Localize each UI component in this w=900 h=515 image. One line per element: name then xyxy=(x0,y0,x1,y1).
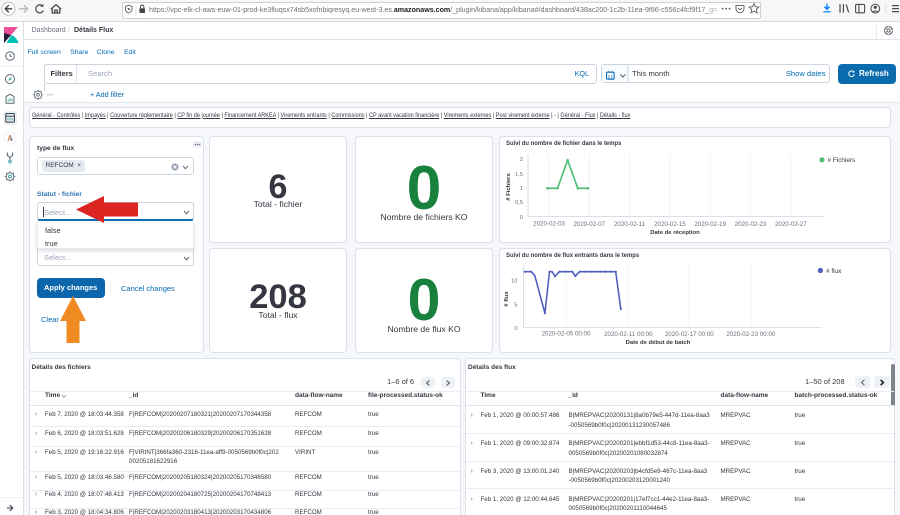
svg-text:2: 2 xyxy=(520,157,523,163)
svg-text:# flux: # flux xyxy=(826,268,842,275)
svg-text:2020-02-11: 2020-02-11 xyxy=(614,221,646,228)
svg-text:1,5: 1,5 xyxy=(515,172,523,178)
svg-text:1: 1 xyxy=(520,186,523,192)
svg-text:2020-02-17 00:00: 2020-02-17 00:00 xyxy=(665,331,714,338)
svg-text:2020-02-05 00:00: 2020-02-05 00:00 xyxy=(542,331,591,338)
svg-text:2020-02-23 00:00: 2020-02-23 00:00 xyxy=(726,331,775,338)
svg-text:# Fichiers: # Fichiers xyxy=(506,173,512,201)
svg-text:# Fichiers: # Fichiers xyxy=(828,157,856,164)
svg-text:2020-02-07: 2020-02-07 xyxy=(573,221,605,228)
svg-text:# flux: # flux xyxy=(504,291,510,307)
svg-text:0,5: 0,5 xyxy=(515,200,523,206)
svg-text:2020-02-15: 2020-02-15 xyxy=(654,221,686,228)
svg-text:2020-02-23: 2020-02-23 xyxy=(735,221,767,228)
svg-text:2020-02-19: 2020-02-19 xyxy=(694,221,726,228)
svg-text:2020-02-03: 2020-02-03 xyxy=(533,221,565,228)
svg-text:Date de réception: Date de réception xyxy=(650,230,700,236)
svg-text:2020-02-11 00:00: 2020-02-11 00:00 xyxy=(604,331,653,338)
svg-text:0: 0 xyxy=(514,326,517,332)
svg-text:A: A xyxy=(7,134,13,143)
svg-text:10: 10 xyxy=(511,279,517,285)
svg-text:2020-02-27: 2020-02-27 xyxy=(775,221,807,228)
svg-text:5: 5 xyxy=(514,302,517,308)
svg-text:Date de début de batch: Date de début de batch xyxy=(626,340,691,346)
svg-text:0: 0 xyxy=(520,215,523,221)
